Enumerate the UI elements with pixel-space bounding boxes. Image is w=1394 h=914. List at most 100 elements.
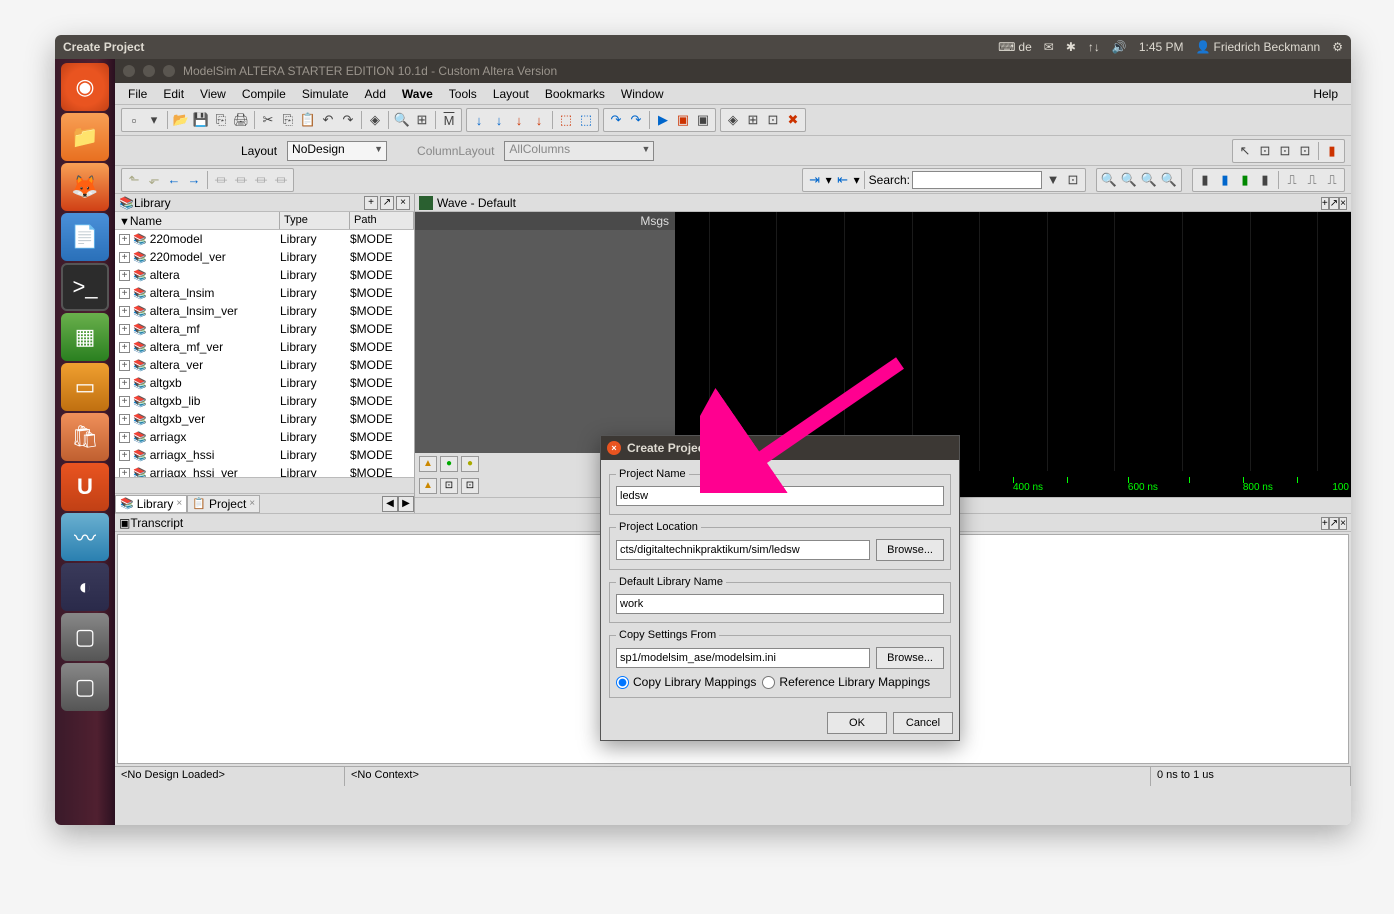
menu-simulate[interactable]: Simulate [295, 85, 356, 103]
bluetooth-icon[interactable]: ✱ [1066, 40, 1076, 54]
dash-icon[interactable]: ◉ [61, 63, 109, 111]
zoomrange-icon[interactable]: 🔍 [1160, 171, 1178, 189]
fmt1-icon[interactable]: ▮ [1196, 171, 1214, 189]
window-titlebar[interactable]: ModelSim ALTERA STARTER EDITION 10.1d - … [115, 59, 1351, 83]
w2-icon[interactable]: ⏛ [232, 171, 250, 189]
columnlayout-select[interactable]: AllColumns [504, 141, 654, 161]
copy-mappings-radio[interactable]: Copy Library Mappings [616, 675, 756, 689]
volume-icon[interactable]: 🔊 [1112, 40, 1127, 54]
zoomfull-icon[interactable]: 🔍 [1140, 171, 1158, 189]
app-icon[interactable]: ▢ [61, 613, 109, 661]
zoomout-icon[interactable]: 🔍 [1120, 171, 1138, 189]
open-icon[interactable]: 📂 [172, 111, 190, 129]
library-row[interactable]: +📚altera_mf_verLibrary$MODE [115, 338, 414, 356]
tr-undock-icon[interactable]: ↗ [1329, 517, 1339, 530]
save-icon[interactable]: 💾 [192, 111, 210, 129]
nav3-icon[interactable]: ← [165, 171, 183, 189]
menu-help[interactable]: Help [1306, 85, 1345, 103]
app-icon-2[interactable]: ▢ [61, 663, 109, 711]
close-pane-icon[interactable]: × [396, 196, 410, 210]
copy-settings-input[interactable] [616, 648, 870, 668]
close-icon[interactable] [123, 65, 135, 77]
library-row[interactable]: +📚altera_lnsimLibrary$MODE [115, 284, 414, 302]
ubuntu-one-icon[interactable]: U [61, 463, 109, 511]
menu-edit[interactable]: Edit [156, 85, 191, 103]
wp1-icon[interactable]: ▲ [419, 478, 437, 494]
tr-close-icon[interactable]: × [1339, 517, 1347, 530]
eclipse-icon[interactable]: ◐ [61, 563, 109, 611]
gear-icon[interactable]: ⚙ [1332, 40, 1343, 54]
library-list[interactable]: +📚220modelLibrary$MODE+📚220model_verLibr… [115, 230, 414, 477]
hscroll[interactable] [115, 477, 414, 493]
cursor3-icon[interactable]: ↓ [510, 111, 528, 129]
menu-compile[interactable]: Compile [235, 85, 293, 103]
menu-window[interactable]: Window [614, 85, 671, 103]
ok-button[interactable]: OK [827, 712, 887, 734]
w3-icon[interactable]: ⏛ [252, 171, 270, 189]
fmt3-icon[interactable]: ▮ [1236, 171, 1254, 189]
nav1-icon[interactable]: ⬑ [125, 171, 143, 189]
library-row[interactable]: +📚arriagxLibrary$MODE [115, 428, 414, 446]
maximize-icon[interactable] [163, 65, 175, 77]
undo-icon[interactable]: ↶ [319, 111, 337, 129]
menu-wave[interactable]: Wave [395, 85, 440, 103]
sel3-icon[interactable]: ⊡ [1296, 142, 1314, 160]
run-icon[interactable]: ▶ [654, 111, 672, 129]
w1-icon[interactable]: ⏛ [212, 171, 230, 189]
network-icon[interactable]: ↑↓ [1088, 40, 1100, 54]
struct-icon[interactable]: ⊞ [413, 111, 431, 129]
search-opts-icon[interactable]: ⊡ [1064, 171, 1082, 189]
add-icon[interactable]: ⬚ [577, 111, 595, 129]
reference-mappings-radio[interactable]: Reference Library Mappings [762, 675, 930, 689]
calc-icon[interactable]: ▦ [61, 313, 109, 361]
flag-icon[interactable]: ▮ [1323, 142, 1341, 160]
search-next-icon[interactable]: ▼ [1044, 171, 1062, 189]
library-row[interactable]: +📚arriagx_hssiLibrary$MODE [115, 446, 414, 464]
browse-location-button[interactable]: Browse... [876, 539, 944, 561]
keyboard-indicator[interactable]: ⌨ de [998, 40, 1032, 54]
w4-icon[interactable]: ⏛ [272, 171, 290, 189]
sig2-icon[interactable]: ⎍ [1303, 171, 1321, 189]
tab-project[interactable]: 📋Project× [187, 495, 260, 513]
compile-icon[interactable]: ◈ [366, 111, 384, 129]
menu-view[interactable]: View [193, 85, 233, 103]
undock-icon[interactable]: ↗ [380, 196, 394, 210]
wp3-icon[interactable]: ⊡ [461, 478, 479, 494]
terminal-icon[interactable]: >_ [61, 263, 109, 311]
sel2-icon[interactable]: ⊡ [1276, 142, 1294, 160]
library-row[interactable]: +📚altgxbLibrary$MODE [115, 374, 414, 392]
software-icon[interactable]: 🛍 [61, 413, 109, 461]
library-row[interactable]: +📚altera_verLibrary$MODE [115, 356, 414, 374]
wp2-icon[interactable]: ⊡ [440, 478, 458, 494]
cancel-button[interactable]: Cancel [893, 712, 953, 734]
menu-add[interactable]: Add [358, 85, 393, 103]
nav2-icon[interactable]: ⬐ [145, 171, 163, 189]
step2-icon[interactable]: ↷ [627, 111, 645, 129]
del-icon[interactable]: ⬚ [557, 111, 575, 129]
library-row[interactable]: +📚altera_mfLibrary$MODE [115, 320, 414, 338]
add-pane-icon[interactable]: + [364, 196, 378, 210]
tab-left-icon[interactable]: ◀ [382, 496, 398, 512]
project-location-input[interactable] [616, 540, 870, 560]
multi-save-icon[interactable]: ⎘ [212, 111, 230, 129]
tab-right-icon[interactable]: ▶ [398, 496, 414, 512]
tr-add-icon[interactable]: + [1321, 517, 1329, 530]
library-row[interactable]: +📚alteraLibrary$MODE [115, 266, 414, 284]
search-input[interactable] [912, 171, 1042, 189]
default-library-input[interactable] [616, 594, 944, 614]
cursor2-icon[interactable]: ↓ [490, 111, 508, 129]
fmt2-icon[interactable]: ▮ [1216, 171, 1234, 189]
fmt4-icon[interactable]: ▮ [1256, 171, 1274, 189]
wireshark-icon[interactable]: 〰 [61, 513, 109, 561]
menu-layout[interactable]: Layout [486, 85, 536, 103]
library-row[interactable]: +📚220model_verLibrary$MODE [115, 248, 414, 266]
menu-tools[interactable]: Tools [442, 85, 484, 103]
wave-undock-icon[interactable]: ↗ [1329, 197, 1339, 210]
wave-close-icon[interactable]: × [1339, 197, 1347, 210]
cut-icon[interactable]: ✂ [259, 111, 277, 129]
minimize-icon[interactable] [143, 65, 155, 77]
m-icon[interactable]: M [440, 111, 458, 129]
wave-add-icon[interactable]: + [1321, 197, 1329, 210]
print-icon[interactable]: 🖨 [232, 111, 250, 129]
clock[interactable]: 1:45 PM [1139, 40, 1184, 54]
